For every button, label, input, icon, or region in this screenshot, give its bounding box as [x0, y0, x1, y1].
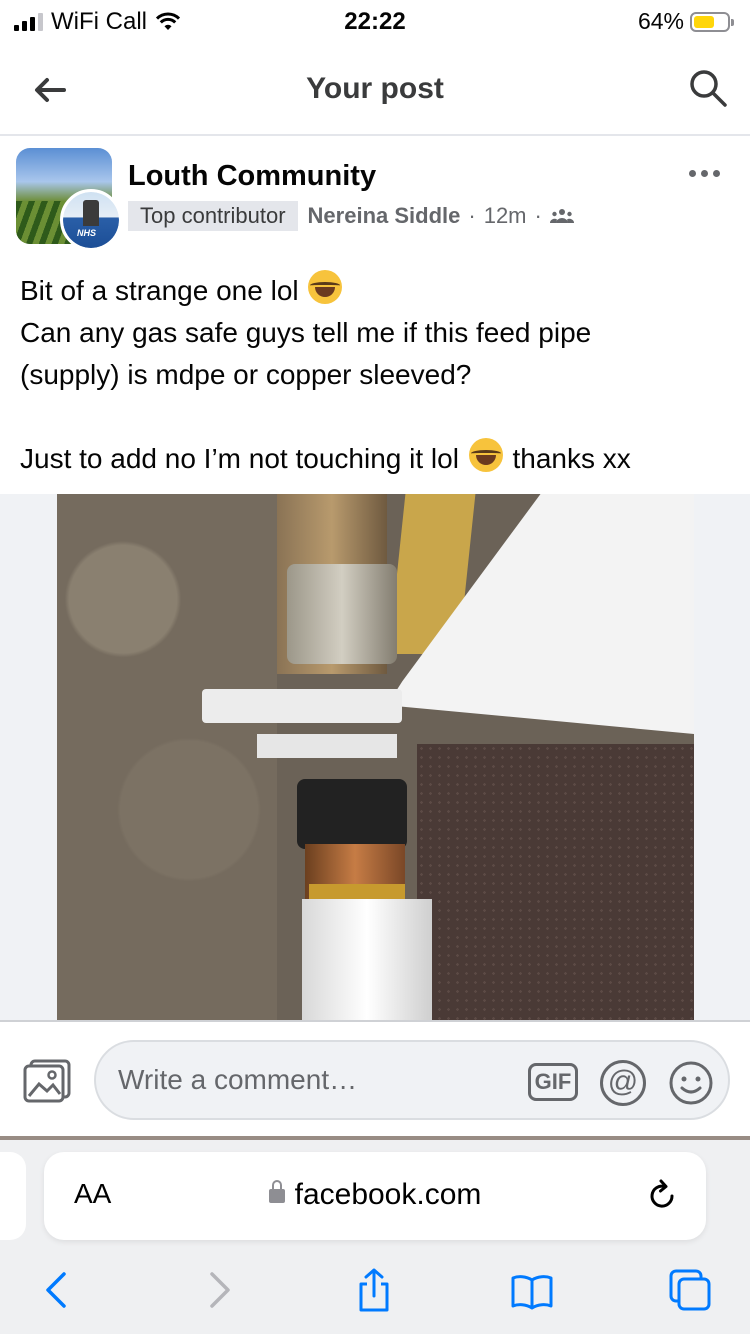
post-line: Can any gas safe guys tell me if this fe… [20, 317, 592, 348]
group-privacy-icon [549, 209, 574, 223]
status-right: 64% [637, 8, 734, 35]
lock-icon [268, 1180, 285, 1203]
separator-dot: · [534, 203, 542, 228]
mention-icon[interactable]: @ [600, 1060, 646, 1106]
bookmarks-icon[interactable] [510, 1268, 554, 1312]
browser-toolbar [0, 1260, 750, 1320]
user-avatar[interactable]: NHS [60, 189, 122, 251]
group-name[interactable]: Louth Community [128, 160, 376, 193]
comment-input[interactable]: Write a comment… GIF @ [94, 1040, 730, 1120]
post-photo[interactable] [57, 494, 694, 1020]
search-icon[interactable] [686, 66, 730, 110]
url-text: facebook.com [294, 1178, 482, 1211]
page-header: Your post [0, 44, 750, 136]
browser-bar: AA facebook.com [0, 1136, 750, 1334]
more-options-icon[interactable] [689, 170, 720, 177]
contributor-badge: Top contributor [128, 201, 298, 231]
previous-tab-peek[interactable] [0, 1152, 26, 1240]
author-name[interactable]: Nereina Siddle [308, 203, 461, 229]
tears-of-joy-emoji-icon [308, 270, 343, 304]
comment-bar: Write a comment… GIF @ [0, 1020, 750, 1136]
add-photo-icon[interactable] [22, 1058, 74, 1104]
post-meta: Top contributor Nereina Siddle · 12m · [128, 201, 574, 231]
post-photo-container [0, 494, 750, 1020]
comment-placeholder: Write a comment… [118, 1064, 358, 1095]
tabs-icon[interactable] [668, 1268, 712, 1312]
url-display[interactable]: facebook.com [44, 1178, 706, 1212]
post-line: Just to add no I’m not touching it lol t… [20, 438, 736, 480]
avatar-nhs-text: NHS [77, 228, 97, 238]
tears-of-joy-emoji-icon [468, 438, 503, 472]
browser-back-icon[interactable] [36, 1268, 80, 1312]
share-icon[interactable] [352, 1268, 396, 1312]
post-line: Bit of a strange one lol [20, 270, 736, 312]
address-bar[interactable]: AA facebook.com [44, 1152, 706, 1240]
post-line: (supply) is mdpe or copper sleeved? [20, 359, 472, 390]
reload-icon[interactable] [644, 1178, 680, 1214]
separator-dot: · [468, 203, 476, 228]
battery-percent: 64% [637, 8, 684, 34]
post-body: Bit of a strange one lol Can any gas saf… [20, 270, 736, 480]
status-bar: WiFi Call 22:22 64% [0, 0, 750, 44]
page-title: Your post [306, 72, 444, 105]
browser-forward-icon[interactable] [196, 1268, 240, 1312]
emoji-icon[interactable] [668, 1060, 714, 1106]
post-time[interactable]: 12m [484, 203, 527, 229]
battery-icon [690, 11, 734, 32]
post-blank-line [20, 396, 736, 438]
gif-icon[interactable]: GIF [528, 1063, 578, 1101]
battery-fill [694, 15, 715, 28]
post-header: NHS Louth Community Top contributor Nere… [0, 136, 750, 251]
